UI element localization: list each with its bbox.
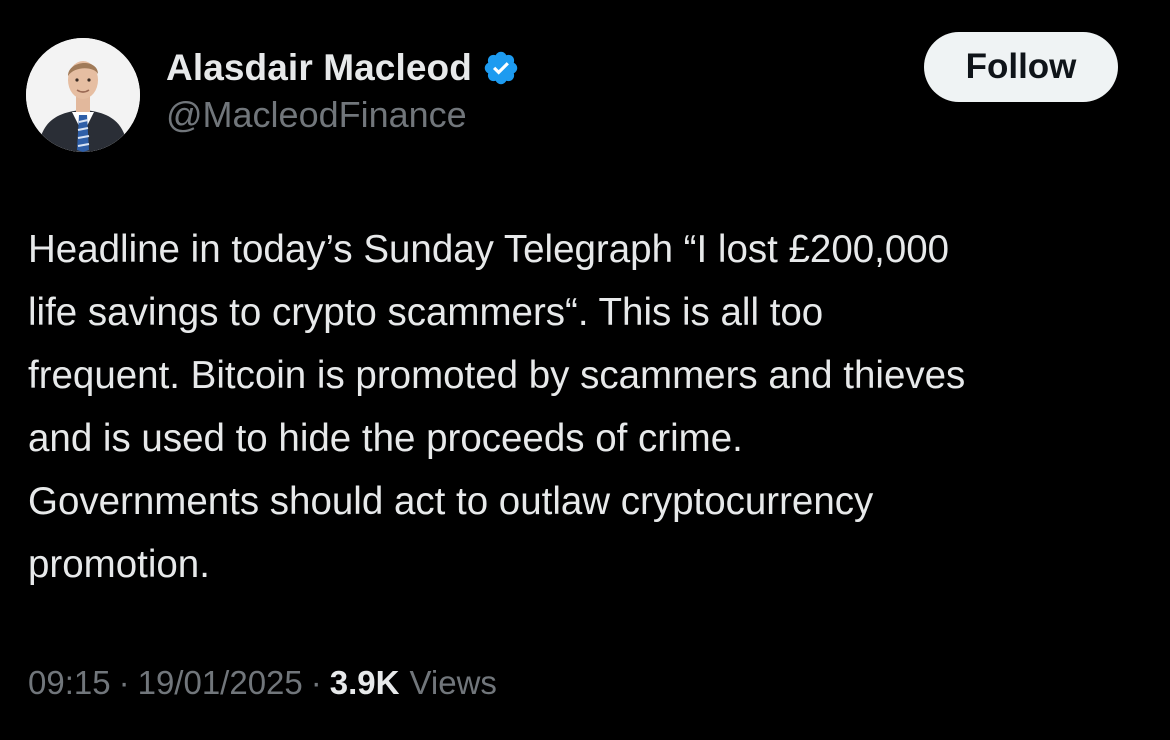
tweet-card: Alasdair Macleod @MacleodFinance Follow … xyxy=(0,0,1170,740)
views-count[interactable]: 3.9K xyxy=(330,664,400,702)
author-handle[interactable]: @MacleodFinance xyxy=(166,94,467,136)
author-name-row[interactable]: Alasdair Macleod xyxy=(166,46,520,90)
author-display-name[interactable]: Alasdair Macleod xyxy=(166,47,472,89)
views-label[interactable]: Views xyxy=(409,664,496,702)
avatar-portrait xyxy=(26,38,140,152)
meta-separator: · xyxy=(310,664,322,701)
follow-button[interactable]: Follow xyxy=(924,32,1118,102)
tweet-meta: 09:15 · 19/01/2025 · 3.9K Views xyxy=(28,664,497,702)
tweet-text: Headline in today’s Sunday Telegraph “I … xyxy=(28,228,966,586)
tweet-time[interactable]: 09:15 xyxy=(28,664,111,702)
tweet-date[interactable]: 19/01/2025 xyxy=(138,664,303,702)
verified-badge-icon xyxy=(484,51,518,85)
meta-separator: · xyxy=(118,664,130,701)
avatar[interactable] xyxy=(26,38,140,152)
